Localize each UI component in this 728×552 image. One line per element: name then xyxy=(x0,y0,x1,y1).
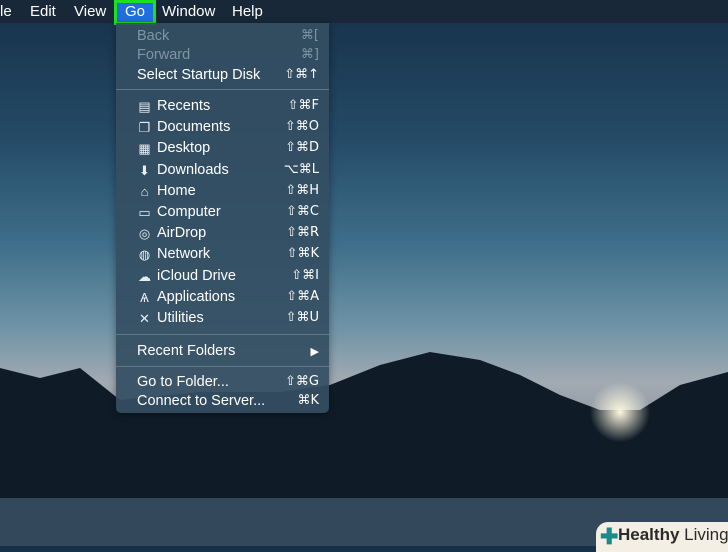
menu-item-icloud-drive[interactable]: ☁ iCloud Drive ⇧⌘I xyxy=(116,266,329,286)
menu-item-forward[interactable]: Forward ⌘] xyxy=(116,45,329,65)
network-icon: ◍ xyxy=(138,247,151,263)
shortcut: ⇧⌘R xyxy=(286,225,319,241)
menu-item-connect-to-server[interactable]: Connect to Server... ⌘K xyxy=(116,391,329,411)
menu-edit[interactable]: Edit xyxy=(30,3,56,20)
menu-item-back[interactable]: Back ⌘[ xyxy=(116,26,329,46)
desktop-icon: ▦ xyxy=(138,141,151,157)
shortcut: ⌘] xyxy=(300,47,319,63)
menu-item-home[interactable]: ⌂ Home ⇧⌘H xyxy=(116,181,329,201)
menu-item-go-to-folder[interactable]: Go to Folder... ⇧⌘G xyxy=(116,372,329,392)
go-menu-dropdown: Back ⌘[ Forward ⌘] Select Startup Disk ⇧⌘↑ ▤ Re… xyxy=(116,23,329,413)
menu-item-documents[interactable]: ❐ Documents ⇧⌘O xyxy=(116,117,329,137)
menu-separator xyxy=(116,89,329,90)
menu-item-label: iCloud Drive xyxy=(157,267,236,284)
menu-item-airdrop[interactable]: ◎ AirDrop ⇧⌘R xyxy=(116,223,329,243)
recents-icon: ▤ xyxy=(138,99,151,114)
menu-item-label: Home xyxy=(157,182,196,199)
menu-window[interactable]: Window xyxy=(162,3,215,20)
menu-item-label: AirDrop xyxy=(157,225,207,242)
submenu-arrow-icon: ▶ xyxy=(310,345,319,358)
shortcut: ⇧⌘C xyxy=(286,204,319,219)
shortcut: ⇧⌘K xyxy=(286,246,319,262)
watermark-bold: Healthy xyxy=(618,525,680,544)
menu-item-label: Back xyxy=(137,28,170,44)
shortcut: ⇧⌘U xyxy=(285,310,319,325)
menu-separator xyxy=(116,366,329,367)
applications-icon: Ѧ xyxy=(140,289,149,305)
menu-file[interactable]: le xyxy=(0,3,12,20)
menu-help[interactable]: Help xyxy=(232,3,263,20)
menu-item-label: Documents xyxy=(157,119,231,136)
menu-item-label: Recent Folders xyxy=(137,343,236,359)
menu-item-applications[interactable]: Ѧ Applications ⇧⌘A xyxy=(116,287,329,307)
menu-go-label: Go xyxy=(125,3,146,20)
healthy-living-watermark: ✚ Healthy Living xyxy=(596,522,728,552)
menu-item-recent-folders[interactable]: Recent Folders ▶ xyxy=(116,341,329,361)
menu-item-computer[interactable]: ▭ Computer ⇧⌘C xyxy=(116,202,329,222)
computer-icon: ▭ xyxy=(138,205,151,220)
menu-item-label: Computer xyxy=(157,204,221,220)
shortcut: ⇧⌘G xyxy=(285,374,319,389)
menu-item-recents[interactable]: ▤ Recents ⇧⌘F xyxy=(116,96,329,116)
menu-item-network[interactable]: ◍ Network ⇧⌘K xyxy=(116,244,329,264)
shortcut: ⇧⌘D xyxy=(285,140,319,156)
menu-item-label: Applications xyxy=(157,288,236,305)
menu-item-utilities[interactable]: ✕ Utilities ⇧⌘U xyxy=(116,308,329,328)
menu-view[interactable]: View xyxy=(74,3,106,20)
menu-item-desktop[interactable]: ▦ Desktop ⇧⌘D xyxy=(116,138,329,158)
shortcut: ⇧⌘O xyxy=(284,119,319,135)
menu-bar: le Edit View Go Window Help xyxy=(0,0,728,25)
documents-icon: ❐ xyxy=(138,120,151,136)
cloud-icon: ☁ xyxy=(138,268,151,284)
menu-item-label: Select Startup Disk xyxy=(137,66,261,83)
watermark-rest: Living xyxy=(679,525,728,544)
home-icon: ⌂ xyxy=(140,183,149,199)
shortcut: ⇧⌘A xyxy=(286,288,319,304)
menu-item-label: Recents xyxy=(157,98,211,114)
utilities-icon: ✕ xyxy=(139,311,150,326)
menu-item-label: Network xyxy=(157,246,211,263)
airdrop-icon: ◎ xyxy=(138,226,151,242)
menu-item-label: Utilities xyxy=(157,310,204,326)
shortcut: ⌘K xyxy=(297,393,319,409)
menu-item-label: Go to Folder... xyxy=(137,374,229,390)
plus-logo-icon: ✚ xyxy=(600,524,619,549)
shortcut: ⇧⌘H xyxy=(285,182,319,198)
menu-item-downloads[interactable]: ⬇ Downloads ⌥⌘L xyxy=(116,160,329,180)
menu-separator xyxy=(116,334,329,335)
menu-item-label: Forward xyxy=(137,47,191,64)
menu-go[interactable]: Go xyxy=(114,0,156,25)
shortcut: ⇧⌘F xyxy=(287,98,319,113)
shortcut: ⌘[ xyxy=(300,28,319,43)
menu-item-select-startup-disk[interactable]: Select Startup Disk ⇧⌘↑ xyxy=(116,65,329,85)
shortcut: ⇧⌘↑ xyxy=(284,66,319,82)
menu-item-label: Desktop xyxy=(157,140,211,157)
desktop-wallpaper xyxy=(0,352,728,546)
downloads-icon: ⬇ xyxy=(139,162,150,178)
menu-item-label: Downloads xyxy=(157,161,229,178)
shortcut: ⌥⌘L xyxy=(283,161,319,177)
menu-item-label: Connect to Server... xyxy=(137,393,266,410)
shortcut: ⇧⌘I xyxy=(291,267,319,283)
